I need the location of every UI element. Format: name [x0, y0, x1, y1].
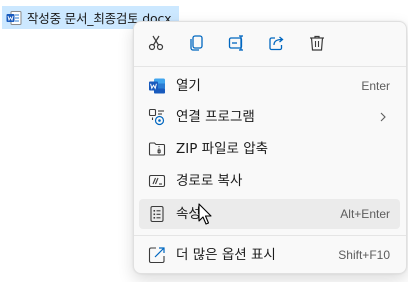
menu-item-open-with[interactable]: 연결 프로그램: [139, 102, 400, 132]
rename-button[interactable]: [226, 32, 248, 54]
scissors-icon: [148, 35, 164, 51]
chevron-right-icon: [380, 112, 386, 122]
quick-actions-bar: [134, 22, 406, 63]
open-with-icon: [148, 108, 166, 126]
menu-item-label: 연결 프로그램: [176, 109, 255, 125]
menu-item-open[interactable]: 열기 Enter: [139, 71, 400, 101]
menu-item-shortcut: Enter: [361, 79, 390, 93]
share-icon: [269, 36, 284, 51]
word-icon: [148, 77, 166, 95]
menu-item-shortcut: Shift+F10: [338, 248, 390, 262]
menu-separator: [134, 66, 406, 67]
share-button[interactable]: [266, 32, 288, 54]
properties-icon: [148, 205, 166, 223]
copy-button[interactable]: [186, 32, 208, 54]
menu-item-copy-path[interactable]: 경로로 복사: [139, 166, 400, 196]
menu-item-shortcut: Alt+Enter: [340, 207, 390, 221]
menu-item-label: 더 많은 옵션 표시: [176, 247, 276, 263]
menu-item-show-more-options[interactable]: 더 많은 옵션 표시 Shift+F10: [139, 240, 400, 270]
zip-folder-icon: [148, 140, 166, 158]
menu-separator: [134, 235, 406, 236]
trash-icon: [310, 35, 324, 51]
menu-item-properties[interactable]: 속성 Alt+Enter: [139, 199, 400, 229]
mouse-cursor-icon: [198, 203, 212, 225]
copy-path-icon: [148, 172, 166, 190]
menu-item-compress-zip[interactable]: ZIP 파일로 압축: [139, 134, 400, 164]
menu-item-label: ZIP 파일로 압축: [176, 141, 269, 157]
more-options-icon: [148, 246, 166, 264]
menu-item-label: 경로로 복사: [176, 173, 243, 189]
word-doc-icon: [6, 10, 22, 26]
context-menu: 열기 Enter 연결 프로그램 ZIP 파일로 압축 경로로 복사 속성 Al…: [133, 21, 407, 274]
delete-button[interactable]: [306, 32, 328, 54]
cut-button[interactable]: [145, 32, 167, 54]
menu-item-label: 열기: [176, 78, 201, 94]
copy-icon: [190, 35, 203, 51]
rename-icon: [228, 35, 243, 51]
